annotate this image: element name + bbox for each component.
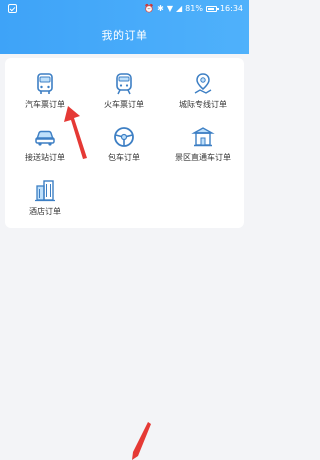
route-pin-icon (194, 73, 212, 94)
steering-wheel-icon (114, 127, 134, 147)
order-item-scenic[interactable]: 景区直通车订单 (163, 124, 243, 174)
annotation-arrow-up (64, 106, 87, 159)
status-right: ⏰ ✱ ▼ ◢ 81% 16:34 (144, 3, 243, 15)
battery-percent: 81% (185, 4, 203, 13)
signal-icon: ◢ (176, 4, 183, 13)
bus-icon (37, 73, 53, 94)
order-item-label: 景区直通车订单 (175, 153, 231, 162)
scenic-gate-icon (191, 127, 215, 147)
order-item-label: 酒店订单 (29, 207, 61, 216)
status-bar: ⏰ ✱ ▼ ◢ 81% 16:34 (0, 0, 249, 18)
hotel-building-icon (35, 180, 55, 202)
order-item-hotel[interactable]: 酒店订单 (5, 178, 85, 228)
page-title: 我的订单 (101, 29, 148, 42)
annotation-arrow-bottom (132, 422, 151, 460)
check-notification-icon (8, 4, 17, 13)
battery-icon (205, 6, 219, 12)
clock: 16:34 (219, 4, 243, 13)
car-icon (35, 130, 55, 146)
order-item-intercity[interactable]: 城际专线订单 (163, 71, 243, 121)
header-bar: ⏰ ✱ ▼ ◢ 81% 16:34 我的订单 (0, 0, 249, 54)
bluetooth-icon: ✱ (157, 4, 164, 13)
alarm-icon: ⏰ (144, 4, 155, 13)
wifi-icon: ▼ (166, 4, 173, 13)
order-item-label: 城际专线订单 (179, 100, 227, 109)
train-icon (116, 73, 132, 95)
order-grid-card: 汽车票订单 火车票订单 城际专线订单 接送站订单 包车订单 景区直通车订单 酒店… (5, 58, 244, 228)
